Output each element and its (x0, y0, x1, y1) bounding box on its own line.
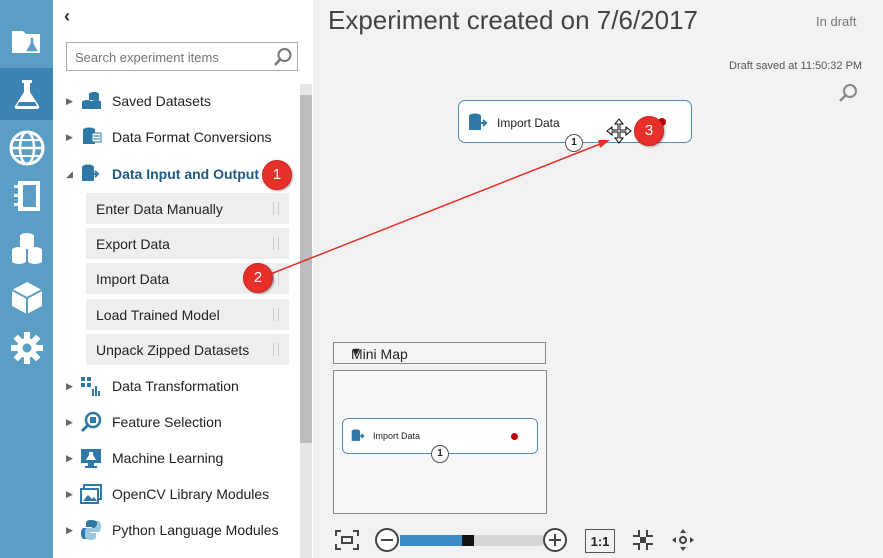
center-canvas-icon[interactable] (630, 527, 656, 553)
actual-size-button[interactable]: 1:1 (585, 529, 615, 553)
annotation-badge-1: 1 (262, 160, 292, 190)
node-label: Import Data (373, 431, 421, 441)
zoom-in-icon[interactable] (542, 527, 568, 553)
annotation-badge-3: 3 (634, 116, 664, 146)
chevron-down-icon[interactable]: ▼ (351, 346, 535, 358)
zoom-slider-fill (400, 535, 462, 546)
zoom-out-icon[interactable] (374, 527, 400, 553)
pan-icon[interactable] (670, 527, 696, 553)
import-data-icon (351, 429, 365, 441)
minimap-output-port: 1 (431, 445, 449, 463)
minimap-header[interactable]: Mini Map ▼ (333, 342, 546, 364)
move-cursor-icon (606, 118, 632, 144)
error-indicator-icon (511, 433, 518, 440)
fit-to-screen-icon[interactable] (334, 527, 360, 553)
annotation-badge-2: 2 (243, 263, 273, 293)
zoom-slider-thumb[interactable] (462, 535, 474, 546)
